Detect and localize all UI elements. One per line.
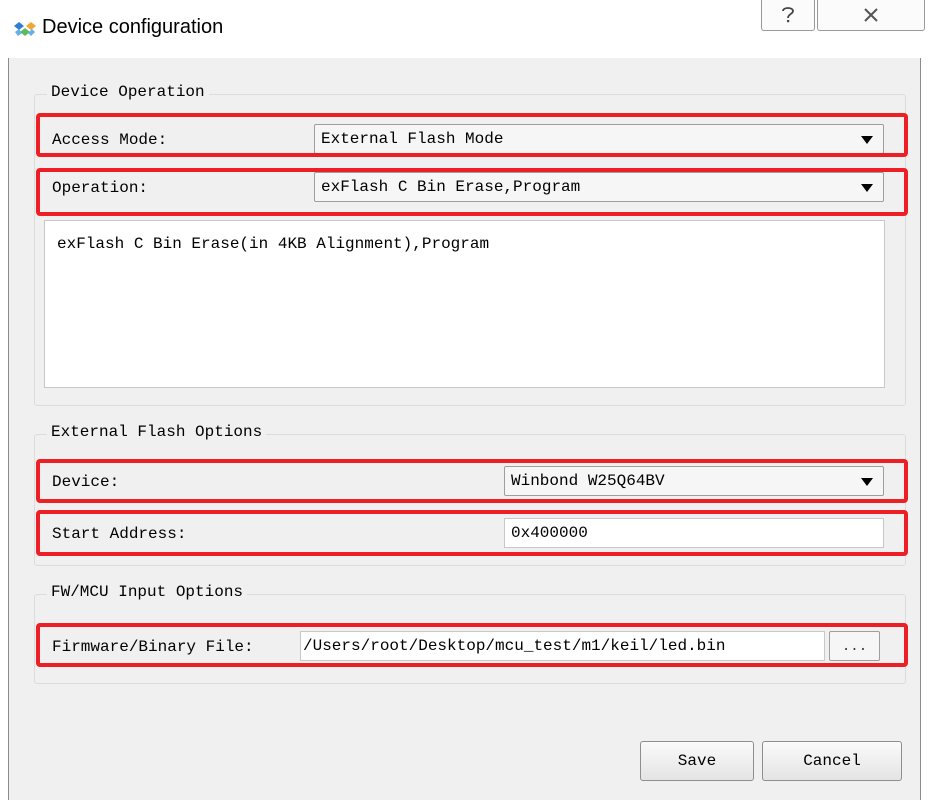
access-mode-value: External Flash Mode — [321, 130, 504, 148]
window-title: Device configuration — [42, 16, 224, 38]
access-mode-label: Access Mode: — [52, 131, 168, 149]
device-label: Device: — [52, 473, 120, 491]
device-value: Winbond W25Q64BV — [511, 472, 665, 490]
operation-value: exFlash C Bin Erase,Program — [321, 178, 581, 196]
operation-description: exFlash C Bin Erase(in 4KB Alignment),Pr… — [44, 220, 885, 388]
group-title-external-flash: External Flash Options — [47, 423, 267, 441]
close-button[interactable] — [817, 0, 925, 31]
dropdown-arrow-icon — [861, 136, 873, 144]
help-icon — [782, 7, 794, 23]
group-title-device-operation: Device Operation — [47, 83, 209, 101]
firmware-file-input[interactable]: /Users/root/Desktop/mcu_test/m1/keil/led… — [300, 631, 825, 661]
dropdown-arrow-icon — [861, 478, 873, 486]
save-button[interactable]: Save — [640, 741, 754, 781]
device-select[interactable]: Winbond W25Q64BV — [504, 466, 884, 496]
operation-label: Operation: — [52, 179, 149, 197]
cancel-button[interactable]: Cancel — [762, 741, 902, 781]
browse-button[interactable]: ... — [829, 631, 880, 661]
operation-select[interactable]: exFlash C Bin Erase,Program — [314, 172, 884, 202]
firmware-file-label: Firmware/Binary File: — [52, 638, 254, 656]
close-icon — [864, 8, 878, 22]
group-title-fw-mcu: FW/MCU Input Options — [47, 583, 248, 601]
title-bar: Device configuration — [0, 0, 929, 58]
access-mode-select[interactable]: External Flash Mode — [314, 124, 884, 154]
start-address-input[interactable]: 0x400000 — [504, 518, 884, 548]
start-address-label: Start Address: — [52, 525, 187, 543]
dropdown-arrow-icon — [861, 184, 873, 192]
help-button[interactable] — [761, 0, 815, 31]
app-logo-icon — [12, 20, 38, 40]
